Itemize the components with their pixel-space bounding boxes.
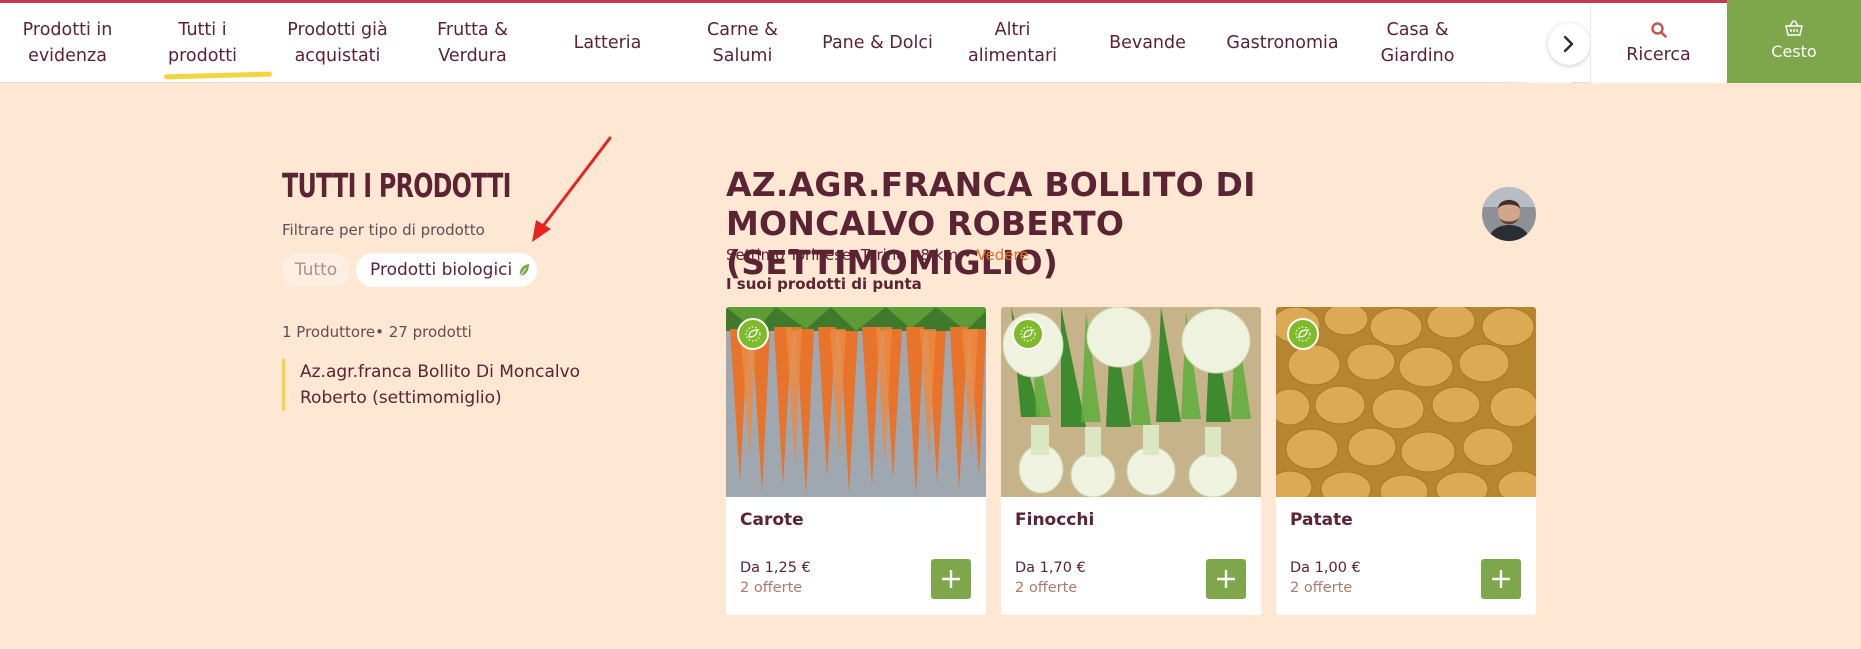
product-offers[interactable]: 2 offerte: [1290, 580, 1352, 596]
cart-button[interactable]: Cesto: [1727, 0, 1861, 83]
eu-organic-leaf-icon: [1295, 326, 1311, 342]
tab-pane-dolci[interactable]: Pane & Dolci: [810, 3, 945, 83]
product-offers[interactable]: 2 offerte: [740, 580, 802, 596]
tab-gastronomia[interactable]: Gastronomia: [1215, 3, 1350, 83]
producer-location: Settimo Torinese, Torino - 8 km • Vedere: [726, 246, 1029, 264]
tab-prodotti-in-evidenza[interactable]: Prodotti in evidenza: [0, 3, 135, 83]
filter-chip-all-label: Tutto: [294, 260, 338, 280]
eu-organic-leaf-icon: [745, 326, 761, 342]
top-products-heading: I suoi prodotti di punta: [726, 275, 922, 293]
annotation-arrow: [532, 136, 612, 242]
leaf-icon: [519, 264, 530, 277]
see-producer-link[interactable]: Vedere: [976, 246, 1028, 264]
tab-prodotti-gia-acquistati[interactable]: Prodotti già acquistati: [270, 3, 405, 83]
add-to-cart-button[interactable]: [931, 559, 971, 599]
plus-icon: [942, 570, 960, 588]
product-card-finocchi[interactable]: Finocchi Da 1,70 € 2 offerte: [1001, 307, 1261, 615]
product-card-carote[interactable]: Carote Da 1,25 € 2 offerte: [726, 307, 986, 615]
category-tabs: Prodotti in evidenza Tutti i prodotti Pr…: [0, 3, 1570, 83]
organic-badge: [1012, 318, 1044, 350]
tab-latteria[interactable]: Latteria: [540, 3, 675, 83]
tab-tutti-i-prodotti[interactable]: Tutti i prodotti: [135, 3, 270, 83]
producer-filter-link[interactable]: Az.agr.franca Bollito Di Moncalvo Robert…: [282, 359, 642, 411]
search-icon: [1650, 22, 1667, 38]
plus-icon: [1492, 570, 1510, 588]
eu-organic-leaf-icon: [1020, 326, 1036, 342]
search-button[interactable]: Ricerca: [1590, 3, 1726, 83]
tab-carne-salumi[interactable]: Carne & Salumi: [675, 3, 810, 83]
tabs-next-button[interactable]: [1548, 23, 1590, 65]
product-price: Da 1,00 €: [1290, 560, 1361, 576]
plus-icon: [1217, 570, 1235, 588]
filter-chip-organic[interactable]: Prodotti biologici: [356, 253, 537, 287]
results-count: 1 Produttore• 27 prodotti: [282, 323, 472, 341]
product-name: Carote: [740, 510, 804, 530]
add-to-cart-button[interactable]: [1206, 559, 1246, 599]
tab-casa-giardino[interactable]: Casa & Giardino: [1350, 3, 1485, 83]
product-name: Finocchi: [1015, 510, 1095, 530]
filter-label: Filtrare per tipo di prodotto: [282, 221, 485, 239]
organic-badge: [1287, 318, 1319, 350]
producer-avatar[interactable]: [1482, 187, 1536, 241]
basket-icon: [1785, 19, 1803, 36]
organic-badge: [737, 318, 769, 350]
product-price: Da 1,70 €: [1015, 560, 1086, 576]
product-card-patate[interactable]: Patate Da 1,00 € 2 offerte: [1276, 307, 1536, 615]
tab-altri-alimentari[interactable]: Altri alimentari: [945, 3, 1080, 83]
page-title: TUTTI I PRODOTTI: [282, 166, 512, 205]
product-offers[interactable]: 2 offerte: [1015, 580, 1077, 596]
avatar-photo: [1482, 187, 1536, 241]
chevron-right-icon: [1563, 35, 1574, 53]
filter-chip-all[interactable]: Tutto: [282, 253, 350, 287]
filter-chip-organic-label: Prodotti biologici: [370, 260, 513, 280]
product-name: Patate: [1290, 510, 1353, 530]
tab-bevande[interactable]: Bevande: [1080, 3, 1215, 83]
add-to-cart-button[interactable]: [1481, 559, 1521, 599]
tab-frutta-verdura[interactable]: Frutta & Verdura: [405, 3, 540, 83]
producer-title: AZ.AGR.FRANCA BOLLITO DI MONCALVO ROBERT…: [726, 165, 1256, 282]
producer-location-text: Settimo Torinese, Torino - 8 km •: [726, 246, 972, 264]
top-navigation: Prodotti in evidenza Tutti i prodotti Pr…: [0, 3, 1861, 83]
cart-label: Cesto: [1771, 41, 1817, 61]
product-price: Da 1,25 €: [740, 560, 811, 576]
search-label: Ricerca: [1626, 45, 1691, 65]
